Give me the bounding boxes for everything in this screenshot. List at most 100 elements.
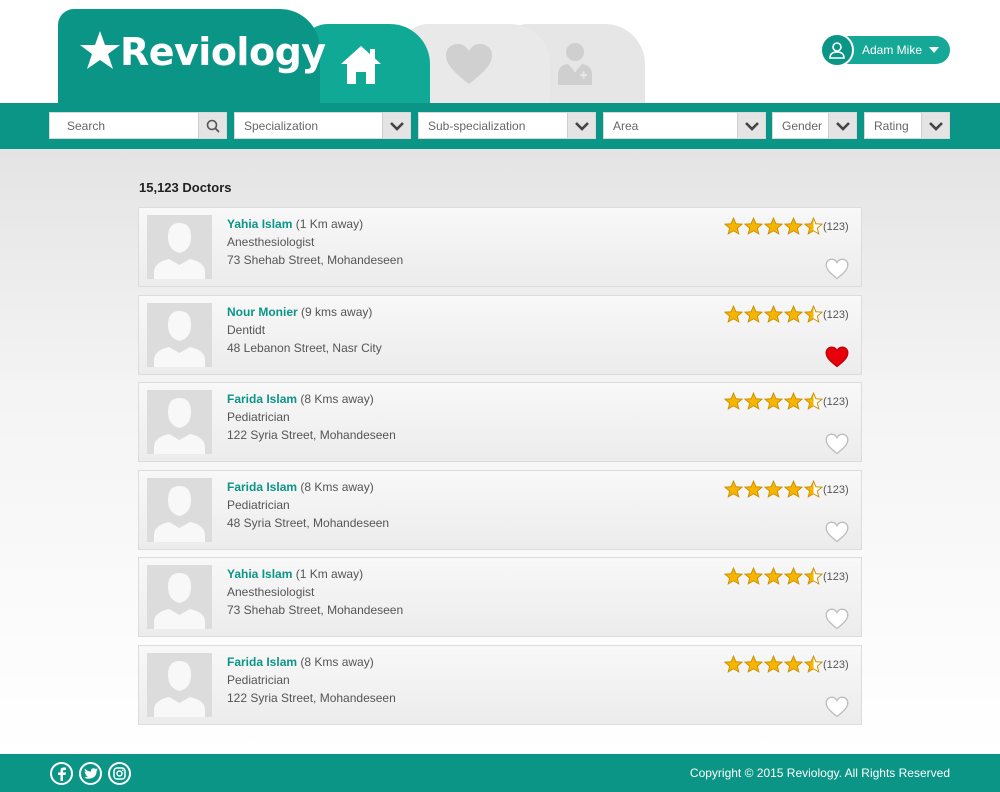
avatar: [147, 303, 212, 367]
doctor-distance: (1 Km away): [295, 567, 364, 581]
doctor-card[interactable]: Nour Monier (9 kms away) Dentidt 48 Leba…: [138, 295, 862, 375]
avatar: [147, 653, 212, 717]
star-icon: [784, 567, 803, 585]
favorite-heart-icon[interactable]: [825, 521, 849, 543]
star-icon: [724, 217, 743, 235]
instagram-icon[interactable]: [108, 762, 131, 785]
rating-select[interactable]: Rating: [864, 112, 950, 139]
rating-label: Rating: [874, 119, 909, 133]
doctor-heading: Nour Monier (9 kms away): [227, 305, 372, 319]
doctor-heading: Yahia Islam (1 Km away): [227, 217, 363, 231]
review-count: (123): [823, 221, 849, 233]
doctor-specialty: Pediatrician: [227, 498, 290, 512]
review-count: (123): [823, 571, 849, 583]
star-icon: [784, 392, 803, 410]
doctor-address: 73 Shehab Street, Mohandeseen: [227, 603, 404, 617]
star-icon: [784, 655, 803, 673]
doctor-address: 122 Syria Street, Mohandeseen: [227, 691, 396, 705]
doctor-distance: (1 Km away): [295, 217, 364, 231]
search-icon[interactable]: [198, 113, 226, 138]
favorite-heart-icon[interactable]: [825, 696, 849, 718]
star-logo-icon: [80, 31, 120, 69]
review-count: (123): [823, 309, 849, 321]
doctor-distance: (8 Kms away): [300, 480, 374, 494]
specialization-label: Specialization: [244, 119, 319, 133]
doctor-distance: (8 Kms away): [300, 392, 374, 406]
star-icon: [784, 217, 803, 235]
star-icon: [764, 480, 783, 498]
avatar: [147, 565, 212, 629]
doctor-address: 73 Shehab Street, Mohandeseen: [227, 253, 404, 267]
star-icon: [724, 567, 743, 585]
doctor-specialty: Anesthesiologist: [227, 585, 315, 599]
chevron-down-icon[interactable]: [921, 113, 949, 138]
search-input[interactable]: Search: [49, 112, 227, 139]
gender-select[interactable]: Gender: [772, 112, 857, 139]
copyright-text: Copyright © 2015 Reviology. All Rights R…: [689, 766, 950, 780]
star-icon: [784, 480, 803, 498]
rating-stars: [724, 217, 823, 235]
twitter-icon[interactable]: [79, 762, 102, 785]
star-icon: [744, 655, 763, 673]
doctor-heading: Farida Islam (8 Kms away): [227, 392, 374, 406]
star-icon: [804, 567, 823, 585]
doctor-distance: (9 kms away): [301, 305, 373, 319]
sub-specialization-select[interactable]: Sub-specialization: [418, 112, 596, 139]
star-icon: [744, 305, 763, 323]
doctor-card[interactable]: Yahia Islam (1 Km away) Anesthesiologist…: [138, 557, 862, 637]
star-icon: [764, 305, 783, 323]
star-icon: [804, 217, 823, 235]
star-icon: [764, 567, 783, 585]
doctor-address: 122 Syria Street, Mohandeseen: [227, 428, 396, 442]
area-label: Area: [613, 119, 639, 133]
results-count: 15,123 Doctors: [139, 180, 232, 195]
doctor-specialty: Pediatrician: [227, 410, 290, 424]
logo[interactable]: Reviology: [80, 24, 326, 80]
chevron-down-icon[interactable]: [567, 113, 595, 138]
star-icon: [804, 305, 823, 323]
doctor-address: 48 Syria Street, Mohandeseen: [227, 516, 390, 530]
star-icon: [764, 217, 783, 235]
favorite-heart-icon[interactable]: [825, 433, 849, 455]
doctor-name[interactable]: Nour Monier: [227, 305, 298, 319]
chevron-down-icon[interactable]: [382, 113, 410, 138]
doctor-card[interactable]: Farida Islam (8 Kms away) Pediatrician 4…: [138, 470, 862, 550]
star-icon: [744, 567, 763, 585]
avatar: [147, 390, 212, 454]
doctor-name[interactable]: Farida Islam: [227, 392, 297, 406]
favorite-heart-icon[interactable]: [825, 346, 849, 368]
user-name[interactable]: Adam Mike: [862, 43, 922, 57]
favorite-heart-icon[interactable]: [825, 258, 849, 280]
star-icon: [784, 305, 803, 323]
doctor-name[interactable]: Yahia Islam: [227, 217, 292, 231]
doctor-specialty: Pediatrician: [227, 673, 290, 687]
chevron-down-icon[interactable]: [737, 113, 765, 138]
avatar: [147, 478, 212, 542]
favorite-heart-icon[interactable]: [825, 608, 849, 630]
area-select[interactable]: Area: [603, 112, 766, 139]
star-icon: [744, 217, 763, 235]
doctor-card[interactable]: Farida Islam (8 Kms away) Pediatrician 1…: [138, 645, 862, 725]
star-icon: [804, 480, 823, 498]
review-count: (123): [823, 659, 849, 671]
doctor-card[interactable]: Yahia Islam (1 Km away) Anesthesiologist…: [138, 207, 862, 287]
facebook-icon[interactable]: [50, 762, 73, 785]
specialization-select[interactable]: Specialization: [234, 112, 411, 139]
doctor-name[interactable]: Yahia Islam: [227, 567, 292, 581]
heart-icon: [444, 42, 494, 86]
doctor-name[interactable]: Farida Islam: [227, 655, 297, 669]
doctor-heading: Farida Islam (8 Kms away): [227, 480, 374, 494]
star-icon: [724, 480, 743, 498]
doctor-specialty: Dentidt: [227, 323, 266, 337]
chevron-down-icon[interactable]: [929, 47, 939, 53]
doctor-icon: [555, 41, 595, 85]
user-icon[interactable]: [820, 33, 854, 67]
doctor-name[interactable]: Farida Islam: [227, 480, 297, 494]
doctor-address: 48 Lebanon Street, Nasr City: [227, 341, 382, 355]
doctor-card[interactable]: Farida Islam (8 Kms away) Pediatrician 1…: [138, 382, 862, 462]
review-count: (123): [823, 396, 849, 408]
rating-stars: [724, 480, 823, 498]
star-icon: [764, 655, 783, 673]
chevron-down-icon[interactable]: [828, 113, 856, 138]
star-icon: [764, 392, 783, 410]
